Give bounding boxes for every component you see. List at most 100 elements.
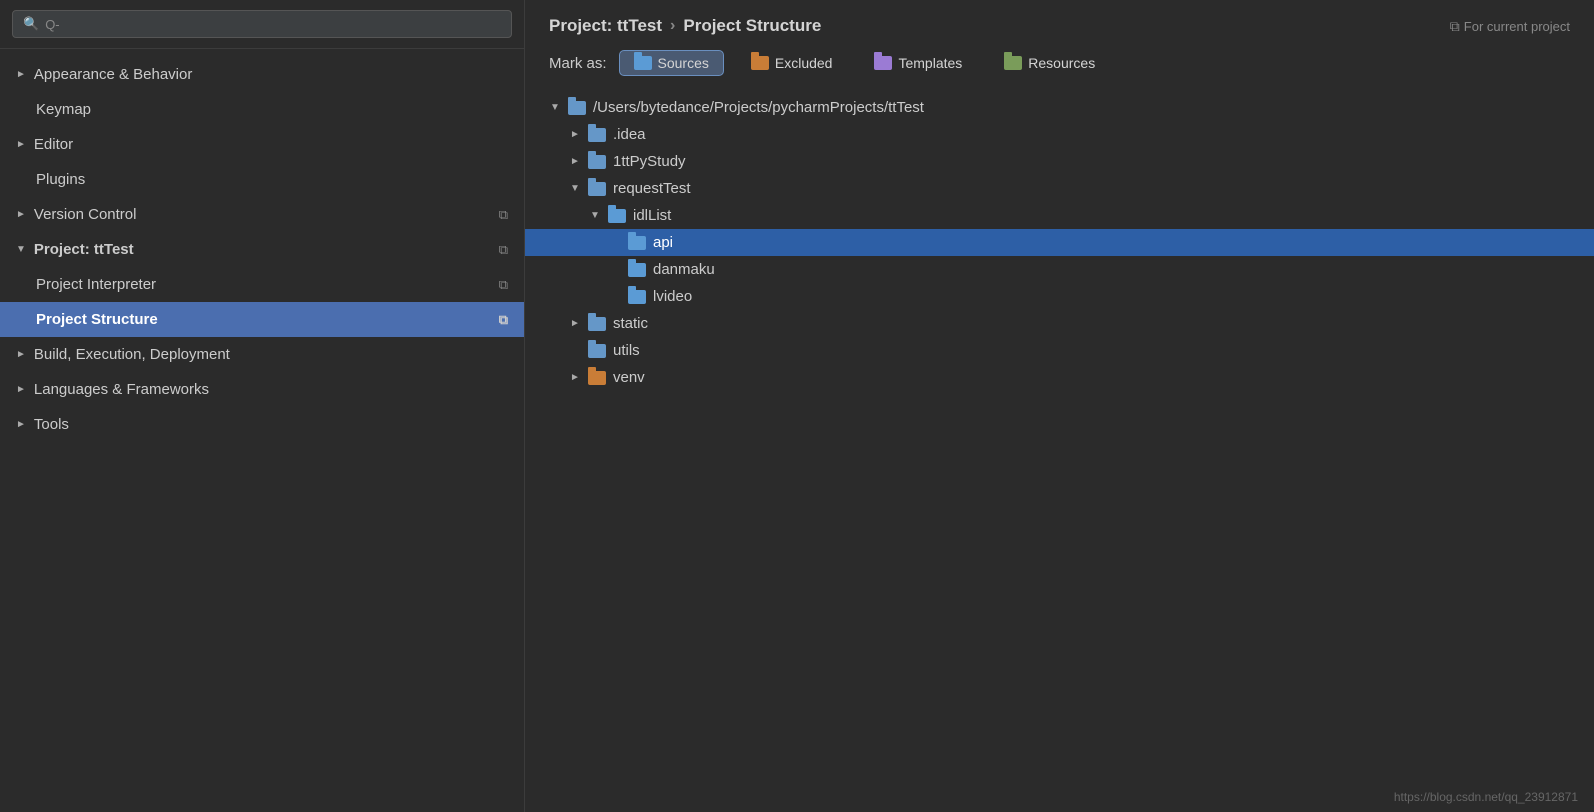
arrow-icon: ▼ — [589, 210, 601, 221]
tree-row-venv[interactable]: ► venv — [525, 364, 1594, 391]
folder-icon — [568, 101, 586, 115]
folder-icon — [628, 263, 646, 277]
arrow-icon: ► — [569, 318, 581, 329]
tree-row-idea[interactable]: ► .idea — [525, 121, 1594, 148]
tree-row-lvideo[interactable]: lvideo — [525, 283, 1594, 310]
tree-row-api[interactable]: api — [525, 229, 1594, 256]
copy-icon: ⧉ — [499, 277, 508, 293]
arrow-icon: ► — [16, 349, 26, 360]
arrow-icon: ► — [16, 419, 26, 430]
content-header: Project: ttTest › Project Structure ⧉ Fo… — [525, 0, 1594, 36]
tree-item-label: api — [653, 234, 673, 251]
sidebar-item-label: Appearance & Behavior — [34, 66, 192, 83]
tree-row-1ttpystudy[interactable]: ► 1ttPyStudy — [525, 148, 1594, 175]
copy-icon: ⧉ — [1450, 18, 1460, 35]
tree-row-root[interactable]: ▼ /Users/bytedance/Projects/pycharmProje… — [525, 94, 1594, 121]
sidebar-item-label: Project Structure — [36, 311, 158, 328]
sidebar-item-build-execution[interactable]: ► Build, Execution, Deployment — [0, 337, 524, 372]
sidebar-item-tools[interactable]: ► Tools — [0, 407, 524, 442]
sidebar-item-label: Project: ttTest — [34, 241, 134, 258]
folder-icon — [588, 317, 606, 331]
arrow-icon: ► — [16, 209, 26, 220]
arrow-icon: ▼ — [549, 102, 561, 113]
footer: https://blog.csdn.net/qq_23912871 — [525, 782, 1594, 812]
arrow-icon: ► — [16, 384, 26, 395]
sidebar-item-label: Build, Execution, Deployment — [34, 346, 230, 363]
arrow-icon: ▼ — [16, 244, 26, 255]
folder-icon — [588, 128, 606, 142]
folder-icon — [588, 155, 606, 169]
search-icon: 🔍 — [23, 16, 39, 32]
sources-folder-icon — [634, 56, 652, 70]
tree-item-label: static — [613, 315, 648, 332]
sidebar-item-keymap[interactable]: Keymap — [0, 92, 524, 127]
breadcrumb-separator: › — [670, 17, 675, 35]
resources-folder-icon — [1004, 56, 1022, 70]
sidebar-item-languages-frameworks[interactable]: ► Languages & Frameworks — [0, 372, 524, 407]
sidebar-item-project-interpreter[interactable]: Project Interpreter ⧉ — [0, 267, 524, 302]
tree-item-label: venv — [613, 369, 645, 386]
tree-row-requesttest[interactable]: ▼ requestTest — [525, 175, 1594, 202]
mark-as-sources-button[interactable]: Sources — [619, 50, 724, 76]
for-current-project[interactable]: ⧉ For current project — [1450, 18, 1570, 35]
folder-icon — [588, 344, 606, 358]
excluded-button-label: Excluded — [775, 55, 833, 71]
tree-item-label: /Users/bytedance/Projects/pycharmProject… — [593, 99, 924, 116]
arrow-icon: ► — [569, 372, 581, 383]
arrow-icon: ► — [569, 156, 581, 167]
sources-button-label: Sources — [658, 55, 709, 71]
search-wrap[interactable]: 🔍 — [12, 10, 512, 38]
mark-as-templates-button[interactable]: Templates — [859, 50, 977, 76]
mark-as-excluded-button[interactable]: Excluded — [736, 50, 848, 76]
breadcrumb-part1: Project: ttTest — [549, 16, 662, 36]
tree-item-label: utils — [613, 342, 640, 359]
arrow-icon: ▼ — [569, 183, 581, 194]
folder-icon — [628, 236, 646, 250]
sidebar-item-label: Version Control — [34, 206, 137, 223]
folder-icon — [628, 290, 646, 304]
folder-icon — [608, 209, 626, 223]
sidebar-item-label: Tools — [34, 416, 69, 433]
main-content: Project: ttTest › Project Structure ⧉ Fo… — [525, 0, 1594, 812]
breadcrumb: Project: ttTest › Project Structure — [549, 16, 821, 36]
mark-as-resources-button[interactable]: Resources — [989, 50, 1110, 76]
sidebar-item-project-tttest[interactable]: ▼ Project: ttTest ⧉ — [0, 232, 524, 267]
search-input[interactable] — [45, 17, 501, 32]
tree-item-label: lvideo — [653, 288, 692, 305]
excluded-folder-icon — [751, 56, 769, 70]
sidebar-item-project-structure[interactable]: Project Structure ⧉ — [0, 302, 524, 337]
tree-row-danmaku[interactable]: danmaku — [525, 256, 1594, 283]
mark-as-bar: Mark as: Sources Excluded Templates Reso… — [525, 36, 1594, 90]
sidebar-item-appearance[interactable]: ► Appearance & Behavior — [0, 57, 524, 92]
copy-icon: ⧉ — [499, 207, 508, 223]
mark-as-label: Mark as: — [549, 55, 607, 72]
copy-icon: ⧉ — [499, 242, 508, 258]
arrow-icon: ► — [16, 139, 26, 150]
templates-folder-icon — [874, 56, 892, 70]
folder-icon — [588, 371, 606, 385]
file-tree: ▼ /Users/bytedance/Projects/pycharmProje… — [525, 90, 1594, 782]
sidebar-item-label: Languages & Frameworks — [34, 381, 209, 398]
tree-item-label: .idea — [613, 126, 646, 143]
tree-item-label: 1ttPyStudy — [613, 153, 686, 170]
sidebar-item-label: Keymap — [36, 101, 91, 118]
tree-item-label: danmaku — [653, 261, 715, 278]
arrow-icon: ► — [569, 129, 581, 140]
sidebar-item-editor[interactable]: ► Editor — [0, 127, 524, 162]
breadcrumb-part2: Project Structure — [683, 16, 821, 36]
resources-button-label: Resources — [1028, 55, 1095, 71]
arrow-icon: ► — [16, 69, 26, 80]
settings-sidebar: 🔍 ► Appearance & Behavior Keymap ► Edito… — [0, 0, 525, 812]
sidebar-item-label: Plugins — [36, 171, 85, 188]
sidebar-item-label: Project Interpreter — [36, 276, 156, 293]
tree-item-label: idlList — [633, 207, 671, 224]
tree-row-utils[interactable]: utils — [525, 337, 1594, 364]
copy-icon: ⧉ — [499, 312, 508, 328]
search-bar: 🔍 — [0, 0, 524, 49]
sidebar-item-version-control[interactable]: ► Version Control ⧉ — [0, 197, 524, 232]
tree-row-idllist[interactable]: ▼ idlList — [525, 202, 1594, 229]
sidebar-item-plugins[interactable]: Plugins — [0, 162, 524, 197]
tree-item-label: requestTest — [613, 180, 691, 197]
tree-row-static[interactable]: ► static — [525, 310, 1594, 337]
sidebar-item-label: Editor — [34, 136, 73, 153]
